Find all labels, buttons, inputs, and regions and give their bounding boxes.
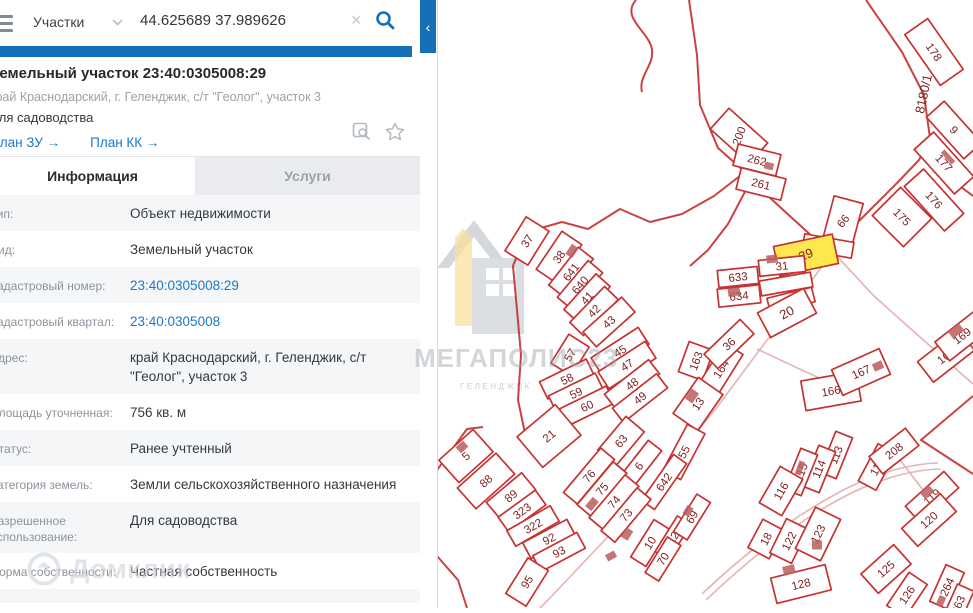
parcel-header: Земельный участок 23:40:0305008:29 край … bbox=[0, 57, 437, 156]
app-root: { "topbar": { "layer_select": "Участки",… bbox=[0, 0, 973, 613]
toolbar-accent-strip bbox=[0, 46, 412, 57]
table-row: Статус: Ранее учтенный bbox=[0, 430, 420, 466]
preview-plan-icon[interactable] bbox=[352, 122, 371, 141]
row-label: Разрешенное использование: bbox=[0, 513, 78, 544]
table-row: Тип: Объект недвижимости bbox=[0, 195, 420, 231]
tab-information[interactable]: Информация bbox=[0, 157, 195, 195]
row-label: Кадастровый квартал: bbox=[0, 314, 115, 329]
parcel-633[interactable]: 633 bbox=[716, 265, 760, 289]
collapse-panel-button[interactable]: ‹ bbox=[420, 0, 436, 53]
table-row: Адрес: край Краснодарский, г. Геленджик, … bbox=[0, 339, 420, 394]
table-row: Вид: Земельный участок bbox=[0, 231, 420, 267]
plan-kk-link[interactable]: План КК → bbox=[90, 135, 159, 150]
plan-zu-link[interactable]: План ЗУ → bbox=[0, 135, 60, 150]
row-value: 756 кв. м bbox=[130, 404, 187, 420]
row-value: Для садоводства bbox=[130, 512, 238, 528]
row-label: Форма собственности: bbox=[0, 564, 117, 579]
map-canvas[interactable]: 1789177176175200262261662829316336342037… bbox=[436, 0, 973, 613]
parcel-number: 633 bbox=[728, 271, 748, 285]
header-icons bbox=[352, 122, 405, 141]
info-panel: Участки 44.625689 37.989626 × ‹ Земельны… bbox=[0, 0, 437, 608]
table-row: Форма собственности: Частная собственност… bbox=[0, 553, 420, 589]
search-bar: Участки 44.625689 37.989626 × bbox=[0, 0, 412, 46]
row-label: Адрес: bbox=[0, 350, 28, 365]
search-icon[interactable] bbox=[374, 9, 396, 31]
row-value: Земли сельскохозяйственного назначения bbox=[130, 476, 397, 492]
info-table: Тип: Объект недвижимости Вид: Земельный уча… bbox=[0, 195, 420, 589]
parcel-address: край Краснодарский, г. Геленджик, с/т "Г… bbox=[0, 90, 321, 104]
row-label: Тип: bbox=[0, 206, 14, 221]
table-row: Кадастровый номер: 23:40:0305008:29 bbox=[0, 267, 420, 303]
menu-icon[interactable] bbox=[0, 15, 13, 36]
clear-search-icon[interactable]: × bbox=[351, 10, 362, 31]
row-value-link[interactable]: 23:40:0305008 bbox=[130, 312, 398, 331]
row-value: край Краснодарский, г. Геленджик, с/т "Г… bbox=[130, 349, 367, 384]
page-title: Земельный участок 23:40:0305008:29 bbox=[0, 65, 267, 82]
chevron-down-icon[interactable] bbox=[112, 19, 123, 26]
row-value: Ранее учтенный bbox=[130, 440, 232, 456]
table-row: Площадь уточненная: 756 кв. м bbox=[0, 394, 420, 430]
building-footprint bbox=[727, 287, 741, 297]
next-row-cut bbox=[0, 589, 420, 603]
tab-bar: Информация Услуги bbox=[0, 156, 420, 195]
tab-services[interactable]: Услуги bbox=[195, 157, 420, 195]
row-value: Объект недвижимости bbox=[130, 205, 271, 221]
cadastral-map[interactable]: 1789177176175200262261662829316336342037… bbox=[436, 0, 973, 613]
row-label: Категория земель: bbox=[0, 477, 93, 492]
row-value: Частная собственность bbox=[130, 563, 278, 579]
search-input[interactable]: 44.625689 37.989626 bbox=[140, 12, 286, 29]
row-label: Статус: bbox=[0, 441, 32, 456]
building-footprint bbox=[812, 540, 822, 550]
table-row: Кадастровый квартал: 23:40:0305008 bbox=[0, 303, 420, 339]
building-footprint bbox=[766, 254, 778, 264]
row-label: Вид: bbox=[0, 242, 16, 257]
table-row: Категория земель: Земли сельскохозяйствен… bbox=[0, 466, 420, 502]
row-label: Площадь уточненная: bbox=[0, 405, 113, 420]
search-toolbar: Участки 44.625689 37.989626 × ‹ bbox=[0, 0, 437, 57]
table-row: Разрешенное использование: Для садоводств… bbox=[0, 502, 420, 553]
row-value-link[interactable]: 23:40:0305008:29 bbox=[130, 276, 398, 295]
layer-select[interactable]: Участки bbox=[33, 14, 84, 30]
favorite-star-icon[interactable] bbox=[385, 122, 405, 141]
row-label: Кадастровый номер: bbox=[0, 278, 106, 293]
row-value: Земельный участок bbox=[130, 241, 253, 257]
